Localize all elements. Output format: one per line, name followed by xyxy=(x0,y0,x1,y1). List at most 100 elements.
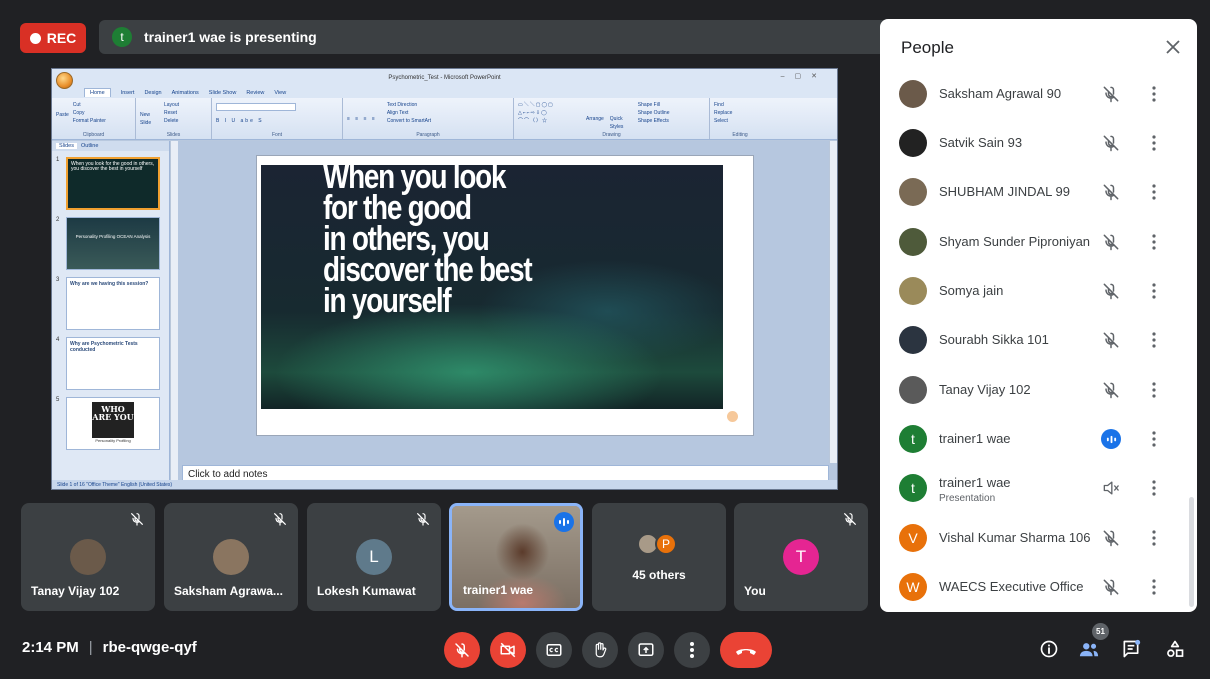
avatar: V xyxy=(899,524,927,552)
activities-icon xyxy=(1167,640,1184,657)
avatar xyxy=(899,277,927,305)
drawing-group-label: Drawing xyxy=(602,132,621,138)
participant-tile-others[interactable]: P 45 others xyxy=(592,503,726,611)
people-button[interactable] xyxy=(1076,636,1102,662)
meeting-details-button[interactable] xyxy=(1036,636,1062,662)
more-options-icon[interactable] xyxy=(1148,330,1160,350)
info-icon xyxy=(1040,640,1058,658)
person-row[interactable]: Sourabh Sikka 101 xyxy=(880,315,1197,365)
person-row[interactable]: W WAECS Executive Office xyxy=(880,562,1197,612)
record-dot-icon xyxy=(29,32,41,44)
avatar: P xyxy=(655,533,677,555)
arrange-label: Arrange xyxy=(586,116,604,122)
mic-off-icon xyxy=(1103,184,1119,201)
slide-thumbnail: Personality Profiling OCEAN Analysis xyxy=(66,217,160,270)
mic-off-icon xyxy=(131,513,143,526)
ribbon-group-slides: New Slide Layout Reset Delete Slides xyxy=(136,98,212,139)
person-row[interactable]: t trainer1 wae Presentation xyxy=(880,463,1197,513)
slide-thumbnail: Why are Psychometric Tests conducted xyxy=(66,337,160,390)
person-row[interactable]: t trainer1 wae xyxy=(880,414,1197,464)
close-icon[interactable] xyxy=(1163,37,1183,57)
participant-count-badge: 51 xyxy=(1092,623,1109,640)
activities-button[interactable] xyxy=(1162,636,1188,662)
raise-hand-button[interactable] xyxy=(582,632,618,668)
slide-thumbnail: When you look for the good in others, yo… xyxy=(66,157,160,210)
people-panel: People Saksham Agrawal 90 Satvik Sain 93… xyxy=(880,19,1197,612)
mic-off-icon xyxy=(1103,382,1119,399)
quick-styles-label: Quick Styles xyxy=(609,116,624,130)
format-painter-label: Format Painter xyxy=(72,118,106,124)
shape-outline-label: Shape Outline xyxy=(637,110,670,116)
speaking-indicator-icon xyxy=(1101,429,1121,449)
person-name: trainer1 wae xyxy=(939,431,1011,446)
pp-ribbon-tabs: Home Insert Design Animations Slide Show… xyxy=(52,87,837,98)
window-controls-icon: –▢✕ xyxy=(780,73,827,80)
hand-icon xyxy=(595,642,607,658)
font-group-label: Font xyxy=(271,132,282,138)
participant-tile-active-speaker[interactable]: trainer1 wae xyxy=(449,503,583,611)
participant-tile[interactable]: L Lokesh Kumawat xyxy=(307,503,441,611)
cut-label: Cut xyxy=(72,102,81,108)
person-row[interactable]: Somya jain xyxy=(880,266,1197,316)
chat-button[interactable] xyxy=(1118,636,1144,662)
camera-toggle-button[interactable] xyxy=(490,632,526,668)
more-options-button[interactable] xyxy=(674,632,710,668)
mic-off-icon xyxy=(844,513,856,526)
avatar xyxy=(70,539,106,575)
new-slide-label: New Slide xyxy=(140,112,152,126)
panel-title: People xyxy=(901,38,954,57)
avatar: t xyxy=(899,474,927,502)
person-name: trainer1 wae xyxy=(939,475,1011,490)
pp-window-title: Psychometric_Test - Microsoft PowerPoint xyxy=(388,75,501,81)
person-row[interactable]: SHUBHAM JINDAL 99 xyxy=(880,167,1197,217)
mic-toggle-button[interactable] xyxy=(444,632,480,668)
captions-button[interactable] xyxy=(536,632,572,668)
person-row[interactable]: Shyam Sunder Piproniyan xyxy=(880,217,1197,267)
avatar: T xyxy=(783,539,819,575)
more-options-icon[interactable] xyxy=(1148,84,1160,104)
person-row[interactable]: V Vishal Kumar Sharma 106 xyxy=(880,513,1197,563)
ribbon-group-font: B I U abe S Font xyxy=(212,98,343,139)
participant-tile[interactable]: Saksham Agrawa... xyxy=(164,503,298,611)
meeting-time: 2:14 PM xyxy=(22,639,79,656)
slide-line: in yourself xyxy=(323,282,452,320)
pp-workspace: Slides Outline 1 When you look for the g… xyxy=(52,141,837,489)
more-options-icon[interactable] xyxy=(1148,577,1160,597)
more-options-icon[interactable] xyxy=(1148,478,1160,498)
person-row[interactable]: Satvik Sain 93 xyxy=(880,118,1197,168)
shapes-gallery-icon: ▭＼＼▢◯▢ △⌐⌐⇨⇩◯ ⌒⌒（）☆ xyxy=(518,102,554,124)
more-options-icon[interactable] xyxy=(1148,429,1160,449)
separator: | xyxy=(88,639,93,656)
ribbon-group-clipboard: Paste Cut Copy Format Painter Clipboard xyxy=(52,98,136,139)
avatar xyxy=(899,326,927,354)
slide-decoration-dot xyxy=(727,411,738,422)
pp-tab-slide-show: Slide Show xyxy=(208,89,237,96)
person-row[interactable]: Saksham Agrawal 90 xyxy=(880,69,1197,119)
paragraph-group-label: Paragraph xyxy=(416,132,440,138)
participant-name: Lokesh Kumawat xyxy=(317,584,416,598)
meeting-info: 2:14 PM | rbe-qwge-qyf xyxy=(22,639,197,656)
more-options-icon[interactable] xyxy=(1148,232,1160,252)
present-button[interactable] xyxy=(628,632,664,668)
participant-tile[interactable]: Tanay Vijay 102 xyxy=(21,503,155,611)
person-row[interactable]: Tanay Vijay 102 xyxy=(880,365,1197,415)
mic-off-icon xyxy=(1103,135,1119,152)
more-options-icon[interactable] xyxy=(1148,281,1160,301)
slides-pane-tabs: Slides Outline xyxy=(52,141,169,151)
participant-tile-self[interactable]: T You xyxy=(734,503,868,611)
align-icons: ≡ ≡ ≡ ≡ xyxy=(347,116,377,122)
end-call-button[interactable] xyxy=(720,632,772,668)
captions-icon xyxy=(546,644,562,656)
panel-scrollbar[interactable] xyxy=(1189,497,1194,607)
speaking-indicator-icon xyxy=(554,512,574,532)
participant-name: trainer1 wae xyxy=(463,583,534,597)
more-options-icon[interactable] xyxy=(1148,380,1160,400)
recording-indicator: REC xyxy=(20,23,86,53)
more-options-icon[interactable] xyxy=(1148,133,1160,153)
more-options-icon[interactable] xyxy=(1148,528,1160,548)
text-direction-label: Text Direction xyxy=(386,102,418,108)
avatar xyxy=(899,178,927,206)
mic-off-icon xyxy=(455,643,469,658)
more-options-icon[interactable] xyxy=(1148,182,1160,202)
camera-off-icon xyxy=(500,642,516,658)
